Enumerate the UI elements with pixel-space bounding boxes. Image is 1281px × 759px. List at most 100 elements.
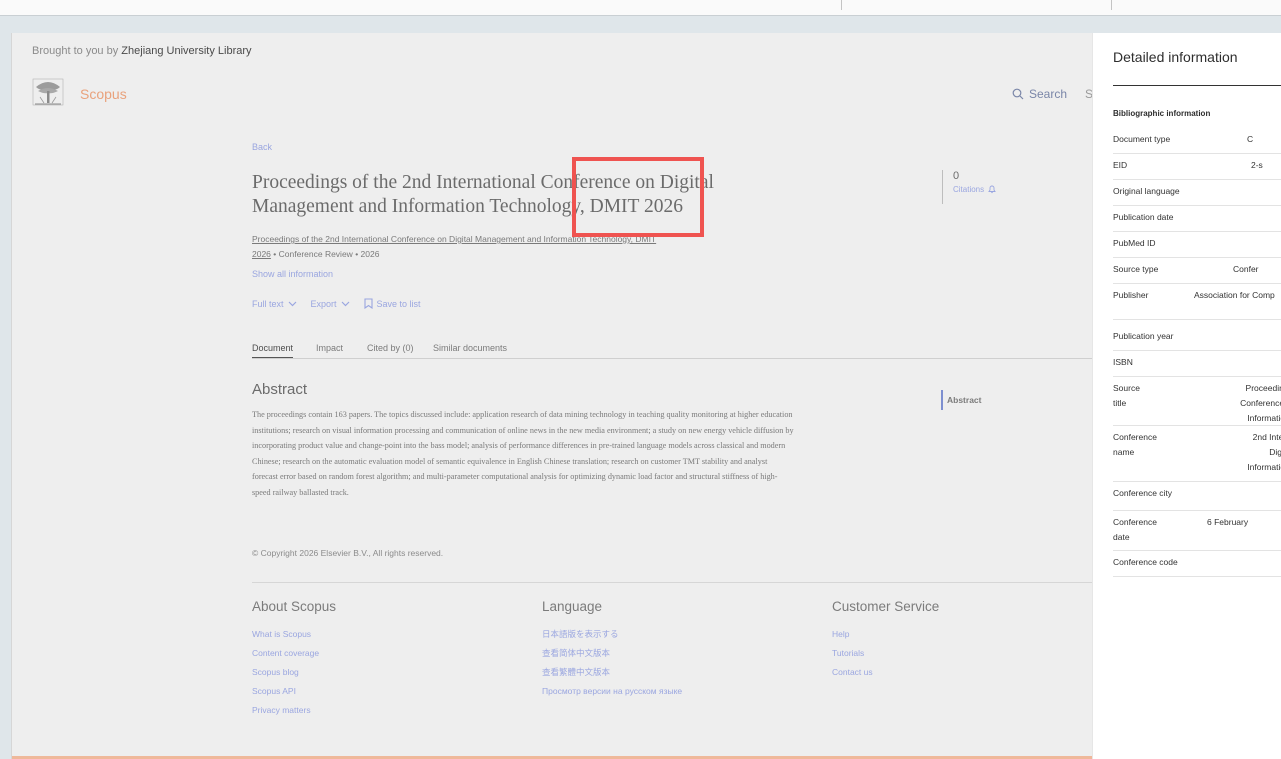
- document-actions: Full text Export Save to list: [252, 298, 421, 309]
- search-icon: [1012, 88, 1024, 100]
- bell-icon: [988, 185, 996, 194]
- export-label: Export: [310, 298, 337, 309]
- tab-cited-by[interactable]: Cited by (0): [367, 343, 414, 357]
- document-tabs: Document Impact Cited by (0) Similar doc…: [252, 343, 1092, 359]
- footer-link[interactable]: Help: [832, 625, 939, 644]
- detail-key: Source type: [1113, 264, 1159, 274]
- brought-by-org: Zhejiang University Library: [121, 45, 252, 57]
- citations-count: 0: [953, 170, 960, 182]
- side-nav-abstract[interactable]: Abstract: [941, 390, 1092, 410]
- top-bar-divider: [841, 0, 842, 10]
- footer-language: Language 日本語版を表示する 查看简体中文版本 查看繁體中文版本 Про…: [542, 599, 682, 701]
- footer-link[interactable]: Scopus blog: [252, 663, 336, 682]
- tab-impact[interactable]: Impact: [316, 343, 343, 357]
- tab-document[interactable]: Document: [252, 343, 294, 358]
- footer-divider: [252, 582, 1092, 583]
- citations-alert[interactable]: Citations: [953, 184, 997, 194]
- detail-key: Publication year: [1113, 331, 1174, 341]
- detail-value: C: [1247, 134, 1254, 144]
- detail-key: Original language: [1113, 186, 1180, 196]
- detail-value: 2-s: [1251, 160, 1263, 170]
- document-year: 2026: [360, 249, 380, 259]
- detail-key: PubMed ID: [1113, 238, 1156, 248]
- scopus-brand[interactable]: Scopus: [80, 86, 127, 102]
- abstract-heading: Abstract: [252, 381, 308, 398]
- chevron-down-icon: [288, 301, 296, 306]
- footer-link[interactable]: Contact us: [832, 663, 939, 682]
- detail-row: Publisher Association for Comp: [1113, 284, 1281, 320]
- detail-key: Document type: [1113, 134, 1171, 144]
- back-link[interactable]: Back: [252, 142, 272, 152]
- copyright-text: © Copyright 2026 Elsevier B.V., All righ…: [252, 548, 444, 558]
- detail-row: Publication year: [1113, 325, 1281, 351]
- footer-link[interactable]: 查看繁體中文版本: [542, 663, 682, 682]
- highlight-box: [572, 157, 704, 237]
- footer-link[interactable]: Content coverage: [252, 644, 336, 663]
- document-page: Brought to you by Zhejiang University Li…: [11, 33, 1092, 759]
- footer-link[interactable]: 日本語版を表示する: [542, 625, 682, 644]
- detail-row: Conference name 2nd InternationDigitalInf…: [1113, 426, 1281, 482]
- citations-metric: 0 Citations: [942, 170, 997, 204]
- detail-key: Publication date: [1113, 212, 1174, 222]
- citations-label: Citations: [953, 184, 985, 194]
- detail-row: Source title Proceedings of theConference…: [1113, 377, 1281, 426]
- top-bar-divider: [1111, 0, 1112, 10]
- footer-link[interactable]: Scopus API: [252, 682, 336, 701]
- footer-link[interactable]: Tutorials: [832, 644, 939, 663]
- chevron-down-icon: [341, 301, 349, 306]
- header-nav-truncated[interactable]: S: [1085, 87, 1092, 101]
- save-to-list-label: Save to list: [376, 298, 421, 309]
- detail-row: Original language: [1113, 180, 1281, 206]
- detail-key: Conference code: [1113, 557, 1178, 567]
- tab-similar-documents[interactable]: Similar documents: [433, 343, 507, 357]
- browser-top-bar: [0, 0, 1281, 16]
- search-button[interactable]: Search: [1012, 87, 1067, 101]
- full-text-label: Full text: [252, 298, 284, 309]
- detail-row: PubMed ID: [1113, 232, 1281, 258]
- detail-row: Source type Confer: [1113, 258, 1281, 284]
- detail-key: EID: [1113, 160, 1128, 170]
- detail-value: Association for Comp: [1194, 290, 1275, 300]
- detail-value: 2nd InternationDigitalInformation Techn: [1247, 432, 1281, 472]
- source-year-link[interactable]: 2026: [252, 249, 271, 259]
- detail-key: ISBN: [1113, 357, 1133, 367]
- detail-row: Publication date: [1113, 206, 1281, 232]
- save-to-list-button[interactable]: Save to list: [363, 298, 421, 309]
- detail-row: EID 2-s: [1113, 154, 1281, 180]
- footer-service-heading: Customer Service: [832, 599, 940, 614]
- elsevier-tree-logo-icon[interactable]: [32, 77, 64, 109]
- detail-row: Conference city: [1113, 482, 1281, 511]
- detail-value: Proceedings of theConference on DigitalI…: [1240, 383, 1281, 423]
- footer-about: About Scopus What is Scopus Content cove…: [252, 599, 336, 720]
- detail-row: ISBN: [1113, 351, 1281, 377]
- detail-key: Publisher: [1113, 290, 1149, 300]
- brought-by-prefix: Brought to you by: [32, 45, 119, 57]
- detail-key: Source title: [1113, 383, 1140, 408]
- footer-link[interactable]: 查看简体中文版本: [542, 644, 682, 663]
- abstract-text: The proceedings contain 163 papers. The …: [252, 410, 794, 497]
- detailed-information-panel: Detailed information Bibliographic infor…: [1092, 33, 1281, 759]
- detail-value: Confer: [1233, 264, 1259, 274]
- detail-key: Conference date: [1113, 517, 1157, 542]
- detail-key: Conference name: [1113, 432, 1157, 457]
- footer-link[interactable]: What is Scopus: [252, 625, 336, 644]
- search-label: Search: [1029, 87, 1068, 101]
- footer-link[interactable]: Privacy matters: [252, 701, 336, 720]
- document-type: Conference Review: [278, 249, 353, 259]
- detail-key: Conference city: [1113, 488, 1173, 498]
- panel-title: Detailed information: [1113, 49, 1238, 65]
- panel-title-divider: [1113, 85, 1281, 86]
- brought-by-text: Brought to you by Zhejiang University Li…: [32, 45, 252, 57]
- footer-customer-service: Customer Service Help Tutorials Contact …: [832, 599, 939, 682]
- export-button[interactable]: Export: [311, 299, 350, 309]
- show-all-information-link[interactable]: Show all information: [252, 269, 333, 279]
- bookmark-icon: [363, 298, 373, 309]
- detail-value: 6 February: [1207, 517, 1249, 527]
- footer-link[interactable]: Просмотр версии на русском языке: [542, 682, 682, 701]
- footer-about-heading: About Scopus: [252, 599, 337, 614]
- bibliographic-section-heading: Bibliographic information: [1113, 109, 1211, 118]
- full-text-button[interactable]: Full text: [252, 299, 297, 309]
- detail-row: Conference code: [1113, 551, 1281, 577]
- footer-language-heading: Language: [542, 599, 603, 614]
- detail-row: Document type C: [1113, 128, 1281, 154]
